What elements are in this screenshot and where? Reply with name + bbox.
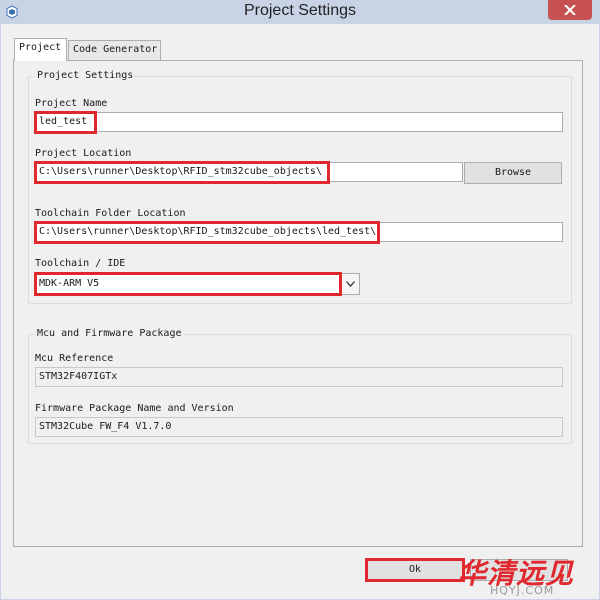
toolchain-ide-select[interactable]: MDK-ARM V5 (35, 273, 360, 295)
mcu-reference-field: STM32F407IGTx (35, 367, 563, 387)
window-title: Project Settings (243, 2, 357, 19)
project-name-label: Project Name (35, 98, 108, 109)
project-location-label: Project Location (35, 148, 132, 159)
tab-project[interactable]: Project (14, 38, 67, 61)
watermark-subtext: HQYJ.COM (490, 584, 555, 597)
project-location-input[interactable]: C:\Users\runner\Desktop\RFID_stm32cube_o… (35, 162, 463, 182)
chevron-down-icon (346, 281, 355, 287)
firmware-package-field: STM32Cube FW_F4 V1.7.0 (35, 417, 563, 437)
firmware-package-label: Firmware Package Name and Version (35, 403, 234, 414)
group-title: Project Settings (35, 69, 136, 83)
close-button[interactable] (548, 0, 592, 20)
title-bar: Project Settings (0, 0, 600, 24)
toolchain-ide-value: MDK-ARM V5 (39, 278, 100, 289)
group-title: Mcu and Firmware Package (35, 327, 184, 341)
toolchain-folder-input[interactable]: C:\Users\runner\Desktop\RFID_stm32cube_o… (35, 222, 563, 242)
toolchain-folder-label: Toolchain Folder Location (35, 208, 186, 219)
mcu-reference-label: Mcu Reference (35, 353, 114, 364)
close-icon (564, 5, 576, 15)
browse-button[interactable]: Browse (464, 162, 562, 184)
dropdown-arrow[interactable] (341, 274, 359, 294)
watermark-logo: 华清远见 HQYJ.COM (458, 552, 598, 598)
project-tab-panel: Project Settings Project Name led_test P… (13, 60, 583, 547)
toolchain-ide-label: Toolchain / IDE (35, 258, 126, 269)
tab-code-generator[interactable]: Code Generator (68, 40, 161, 60)
project-name-input[interactable]: led_test (35, 112, 563, 132)
ok-button[interactable]: Ok (366, 559, 464, 581)
